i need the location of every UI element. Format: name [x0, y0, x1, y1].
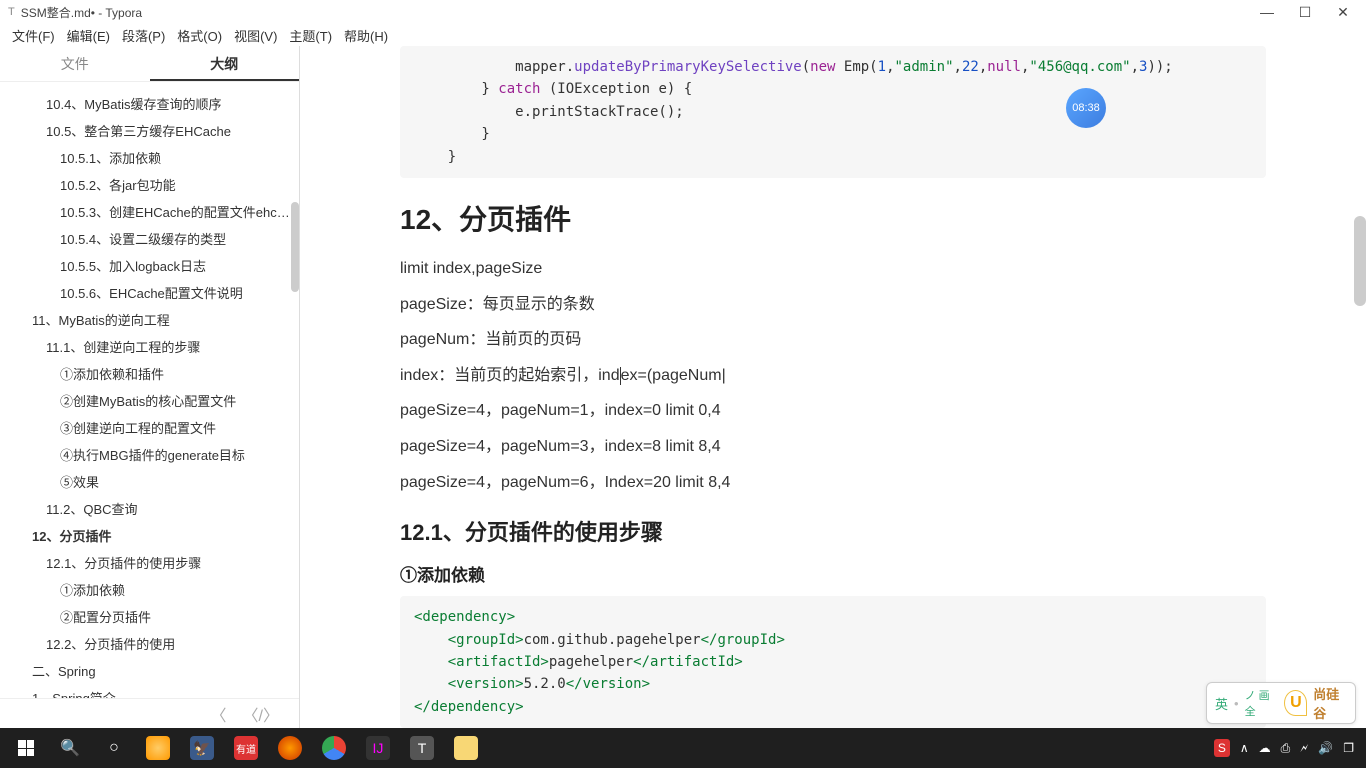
outline-item[interactable]: 12.2、分页插件的使用	[8, 630, 299, 657]
chrome-icon[interactable]	[312, 728, 356, 768]
outline-list[interactable]: 10.4、MyBatis缓存查询的顺序10.5、整合第三方缓存EHCache10…	[0, 82, 299, 698]
code-icon[interactable]: 〈/〉	[243, 702, 279, 726]
outline-item[interactable]: 10.5、整合第三方缓存EHCache	[8, 117, 299, 144]
menu-paragraph[interactable]: 段落(P)	[118, 26, 169, 45]
outline-item[interactable]: ②配置分页插件	[8, 603, 299, 630]
app-2[interactable]: 🦅	[180, 728, 224, 768]
paragraph[interactable]: pageNum：当前页的页码	[400, 327, 1266, 353]
paragraph[interactable]: pageSize：每页显示的条数	[400, 292, 1266, 318]
firefox-icon[interactable]	[268, 728, 312, 768]
menu-view[interactable]: 视图(V)	[230, 26, 281, 45]
outline-item[interactable]: 1、Spring简介	[8, 684, 299, 698]
tray-keyboard-icon[interactable]: ⎙	[1281, 741, 1291, 756]
back-icon[interactable]: 〈	[211, 702, 227, 726]
code-block-java[interactable]: mapper.updateByPrimaryKeySelective(new E…	[400, 46, 1266, 178]
ime-lang[interactable]: 英	[1215, 694, 1228, 713]
app-icon: T	[8, 6, 15, 18]
tray-expand-icon[interactable]: ∧	[1240, 741, 1249, 755]
outline-item[interactable]: 二、Spring	[8, 657, 299, 684]
paragraph[interactable]: limit index,pageSize	[400, 256, 1266, 282]
paragraph[interactable]: pageSize=4，pageNum=1，index=0 limit 0,4	[400, 398, 1266, 424]
menu-format[interactable]: 格式(O)	[173, 26, 226, 45]
outline-item[interactable]: ②创建MyBatis的核心配置文件	[8, 387, 299, 414]
taskbar: 🔍 ○ 🦅 有道 IJ T S ∧ ☁ ⎙ 🗲 🔊 ❐	[0, 728, 1366, 768]
tray-volume-icon[interactable]: 🔊	[1318, 741, 1333, 755]
window-title: SSM整合.md• - Typora	[21, 4, 142, 21]
code-block-xml[interactable]: <dependency> <groupId>com.github.pagehel…	[400, 596, 1266, 728]
paragraph[interactable]: index：当前页的起始索引，index=(pageNum|	[400, 363, 1266, 389]
maximize-button[interactable]: ☐	[1298, 5, 1312, 19]
sidebar-tabs: 文件 大纲	[0, 46, 299, 82]
paragraph[interactable]: pageSize=4，pageNum=3，index=8 limit 8,4	[400, 434, 1266, 460]
outline-item[interactable]: 11.2、QBC查询	[8, 495, 299, 522]
heading-12[interactable]: 12、分页插件	[400, 198, 1266, 238]
cortana-icon[interactable]: ○	[92, 728, 136, 768]
explorer-icon[interactable]	[444, 728, 488, 768]
menu-help[interactable]: 帮助(H)	[340, 26, 392, 45]
outline-item[interactable]: ①添加依赖	[8, 576, 299, 603]
ime-panel[interactable]: 英 • ノ 画 全 U 尚硅谷	[1206, 682, 1356, 724]
ime-mode[interactable]: ノ 画 全	[1245, 687, 1279, 719]
outline-item[interactable]: ③创建逆向工程的配置文件	[8, 414, 299, 441]
tray-power-icon[interactable]: 🗲	[1300, 741, 1308, 756]
heading-add-dep[interactable]: ①添加依赖	[400, 561, 1266, 586]
outline-item[interactable]: 10.5.3、创建EHCache的配置文件ehcache.xml	[8, 198, 299, 225]
outline-item[interactable]: 10.5.5、加入logback日志	[8, 252, 299, 279]
menu-file[interactable]: 文件(F)	[8, 26, 59, 45]
timestamp-badge: 08:38	[1066, 88, 1106, 128]
search-icon[interactable]: 🔍	[48, 728, 92, 768]
outline-item[interactable]: 12.1、分页插件的使用步骤	[8, 549, 299, 576]
tab-outline[interactable]: 大纲	[150, 46, 300, 81]
editor[interactable]: 08:38 mapper.updateByPrimaryKeySelective…	[300, 46, 1366, 728]
sidebar-scrollbar[interactable]	[291, 202, 299, 292]
ime-brand-icon: U	[1284, 690, 1307, 716]
ime-brand: 尚硅谷	[1313, 684, 1347, 722]
heading-12-1[interactable]: 12.1、分页插件的使用步骤	[400, 515, 1266, 547]
paragraph[interactable]: pageSize=4，pageNum=6，Index=20 limit 8,4	[400, 470, 1266, 496]
outline-item[interactable]: 10.5.4、设置二级缓存的类型	[8, 225, 299, 252]
tray-app[interactable]: S	[1214, 739, 1230, 757]
outline-item[interactable]: 10.5.6、EHCache配置文件说明	[8, 279, 299, 306]
outline-item[interactable]: 11、MyBatis的逆向工程	[8, 306, 299, 333]
typora-icon[interactable]: T	[400, 728, 444, 768]
app-3[interactable]: 有道	[224, 728, 268, 768]
menu-theme[interactable]: 主题(T)	[285, 26, 336, 45]
intellij-icon[interactable]: IJ	[356, 728, 400, 768]
app-1[interactable]	[136, 728, 180, 768]
outline-item[interactable]: 11.1、创建逆向工程的步骤	[8, 333, 299, 360]
sidebar-footer: 〈 〈/〉	[0, 698, 299, 728]
system-tray: S ∧ ☁ ⎙ 🗲 🔊 ❐	[1214, 739, 1362, 757]
outline-item[interactable]: 10.5.2、各jar包功能	[8, 171, 299, 198]
outline-item[interactable]: ①添加依赖和插件	[8, 360, 299, 387]
outline-item[interactable]: 10.4、MyBatis缓存查询的顺序	[8, 90, 299, 117]
tab-file[interactable]: 文件	[0, 46, 150, 81]
titlebar: T SSM整合.md• - Typora — ☐ ✕	[0, 0, 1366, 24]
outline-item[interactable]: 10.5.1、添加依赖	[8, 144, 299, 171]
close-button[interactable]: ✕	[1336, 5, 1350, 19]
menubar: 文件(F) 编辑(E) 段落(P) 格式(O) 视图(V) 主题(T) 帮助(H…	[0, 24, 1366, 46]
editor-scrollbar[interactable]	[1354, 216, 1366, 306]
sidebar: 文件 大纲 10.4、MyBatis缓存查询的顺序10.5、整合第三方缓存EHC…	[0, 46, 300, 728]
minimize-button[interactable]: —	[1260, 5, 1274, 19]
outline-item[interactable]: ④执行MBG插件的generate目标	[8, 441, 299, 468]
tray-notification-icon[interactable]: ❐	[1343, 741, 1354, 755]
start-button[interactable]	[4, 728, 48, 768]
outline-item[interactable]: 12、分页插件	[8, 522, 299, 549]
menu-edit[interactable]: 编辑(E)	[63, 26, 114, 45]
outline-item[interactable]: ⑤效果	[8, 468, 299, 495]
tray-weather-icon[interactable]: ☁	[1259, 741, 1271, 755]
